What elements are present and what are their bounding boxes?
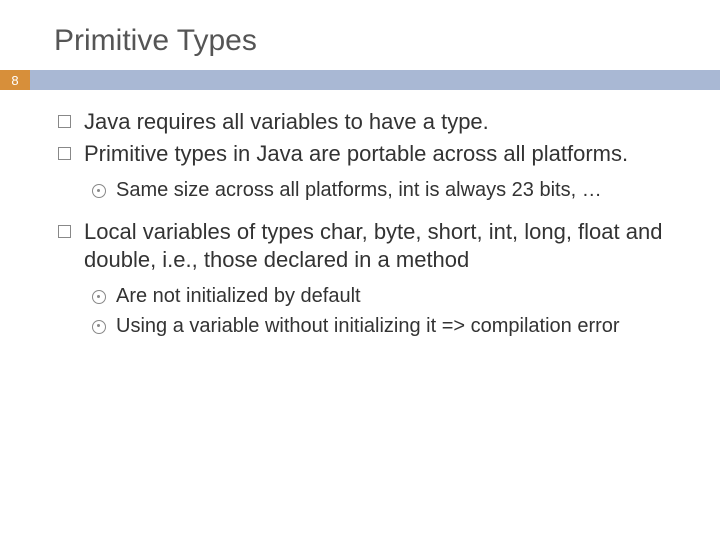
header-bar-fill — [30, 70, 720, 90]
content-area: Java requires all variables to have a ty… — [0, 90, 720, 339]
page-number-badge: 8 — [0, 70, 30, 90]
page-title: Primitive Types — [0, 0, 720, 70]
list-item-text: Primitive types in Java are portable acr… — [84, 141, 628, 166]
header-bar: 8 — [0, 70, 720, 90]
bullet-sublist: Same size across all platforms, int is a… — [92, 178, 680, 204]
list-item: Using a variable without initializing it… — [92, 314, 680, 340]
bullet-sublist: Are not initialized by default Using a v… — [92, 284, 680, 339]
list-item: Local variables of types char, byte, sho… — [56, 218, 680, 340]
bullet-list: Java requires all variables to have a ty… — [56, 108, 680, 339]
slide: Primitive Types 8 Java requires all vari… — [0, 0, 720, 540]
list-item: Same size across all platforms, int is a… — [92, 178, 680, 204]
list-item: Primitive types in Java are portable acr… — [56, 140, 680, 204]
list-item: Are not initialized by default — [92, 284, 680, 310]
list-item: Java requires all variables to have a ty… — [56, 108, 680, 136]
list-item-text: Local variables of types char, byte, sho… — [84, 219, 662, 272]
